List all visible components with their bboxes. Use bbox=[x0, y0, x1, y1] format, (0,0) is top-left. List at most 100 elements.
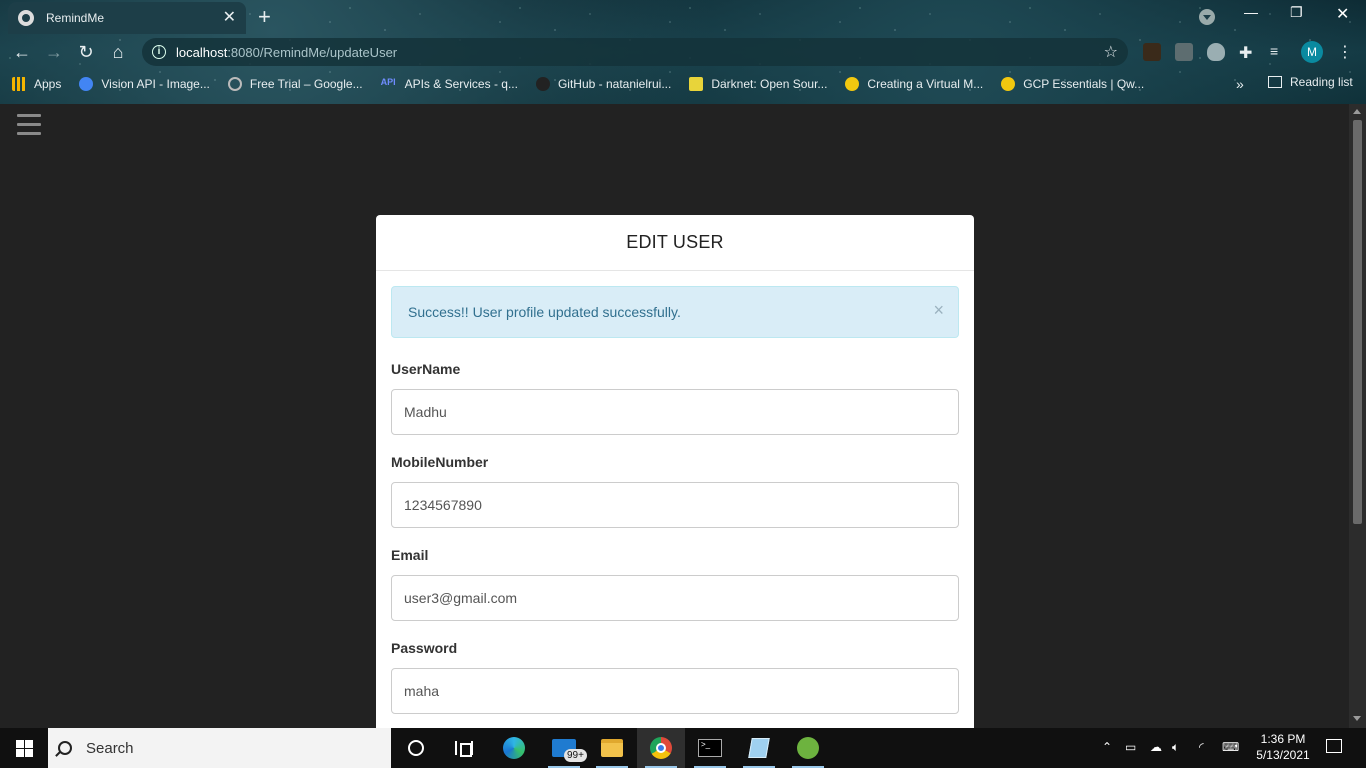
more-bookmarks-icon[interactable]: » bbox=[1236, 76, 1244, 92]
gear-icon bbox=[227, 77, 242, 91]
tab-bar: RemindMe ✕ + — ❐ ✕ bbox=[0, 0, 1366, 34]
cortana-icon bbox=[408, 740, 424, 756]
notifications-icon[interactable] bbox=[1326, 739, 1342, 753]
url-host: localhost bbox=[176, 44, 228, 60]
network-icon[interactable]: ◜ bbox=[1199, 740, 1204, 754]
clock-date: 5/13/2021 bbox=[1256, 748, 1310, 762]
info-icon[interactable]: i bbox=[152, 45, 166, 59]
home-icon[interactable]: ⌂ bbox=[106, 40, 130, 64]
battery-icon[interactable]: ▭ bbox=[1125, 740, 1136, 754]
reload-icon[interactable]: ↻ bbox=[74, 40, 98, 64]
reading-list-icon bbox=[1268, 76, 1282, 88]
taskbar-notepad[interactable] bbox=[735, 728, 783, 768]
github-icon bbox=[535, 77, 550, 91]
volume-icon[interactable]: 🔈︎ bbox=[1172, 740, 1179, 755]
profile-avatar[interactable]: M bbox=[1301, 41, 1323, 63]
success-alert: Success!! User profile updated successfu… bbox=[391, 286, 959, 338]
back-icon[interactable]: ← bbox=[10, 40, 34, 64]
password-input[interactable] bbox=[391, 668, 959, 714]
taskbar-edge[interactable] bbox=[490, 728, 538, 768]
api-icon: API bbox=[380, 77, 396, 87]
bookmark-free-trial[interactable]: Free Trial – Google... bbox=[227, 77, 363, 91]
reading-list-label: Reading list bbox=[1290, 75, 1353, 89]
bookmark-apps[interactable]: Apps bbox=[12, 77, 61, 91]
system-clock[interactable]: 1:36 PM 5/13/2021 bbox=[1255, 731, 1311, 763]
bookmark-gcp-essentials[interactable]: GCP Essentials | Qw... bbox=[1001, 77, 1144, 91]
card-header: EDIT USER bbox=[376, 215, 974, 271]
bookmark-darknet[interactable]: Darknet: Open Sour... bbox=[689, 77, 827, 91]
tab-search-icon[interactable] bbox=[1199, 9, 1215, 25]
address-bar[interactable]: i localhost :8080/RemindMe/updateUser ☆ bbox=[142, 38, 1128, 66]
mobile-number-input[interactable] bbox=[391, 482, 959, 528]
close-window-button[interactable]: ✕ bbox=[1336, 4, 1349, 24]
windows-taskbar: Search 99+ >_ ⌃ ▭ ☁ 🔈︎ ◜ ⌨ 1:36 PM 5/13/… bbox=[0, 728, 1366, 768]
windows-start-icon[interactable] bbox=[0, 728, 48, 768]
email-label: Email bbox=[391, 547, 429, 563]
page-scrollbar[interactable] bbox=[1349, 104, 1366, 728]
tab-remindme[interactable]: RemindMe ✕ bbox=[8, 2, 246, 34]
taskbar-file-explorer[interactable] bbox=[588, 728, 636, 768]
taskbar-mail[interactable]: 99+ bbox=[540, 728, 588, 768]
forward-icon[interactable]: → bbox=[42, 40, 66, 64]
page-content: EDIT USER Success!! User profile updated… bbox=[0, 104, 1349, 728]
mobile-number-label: MobileNumber bbox=[391, 454, 489, 470]
search-icon bbox=[58, 741, 72, 755]
extensions-puzzle-icon[interactable]: ✚ bbox=[1239, 43, 1257, 62]
email-input[interactable] bbox=[391, 575, 959, 621]
taskbar-terminal[interactable]: >_ bbox=[686, 728, 734, 768]
task-view-icon bbox=[455, 741, 473, 757]
username-input[interactable] bbox=[391, 389, 959, 435]
restore-button[interactable]: ❐ bbox=[1290, 4, 1303, 21]
keyboard-icon[interactable]: ⌨ bbox=[1222, 740, 1239, 754]
extension-chart-icon[interactable] bbox=[1175, 43, 1193, 61]
menu-kebab-icon[interactable]: ⋮ bbox=[1337, 42, 1353, 62]
bookmark-label: GCP Essentials | Qw... bbox=[1023, 77, 1145, 91]
media-control-icon[interactable]: ≡ bbox=[1270, 43, 1288, 61]
cloud-icon[interactable]: ☁ bbox=[1150, 740, 1162, 754]
bookmark-github[interactable]: GitHub - natanielrui... bbox=[535, 77, 672, 91]
bookmark-star-icon[interactable]: ☆ bbox=[1104, 42, 1118, 62]
minimize-button[interactable]: — bbox=[1244, 4, 1258, 20]
new-tab-button[interactable]: + bbox=[258, 6, 271, 28]
browser-chrome: RemindMe ✕ + — ❐ ✕ ← → ↻ ⌂ i localhost :… bbox=[0, 0, 1366, 104]
mail-badge: 99+ bbox=[564, 749, 587, 762]
tab-title: RemindMe bbox=[46, 11, 105, 25]
qwiklabs-icon bbox=[845, 77, 860, 91]
globe-icon bbox=[18, 10, 34, 26]
close-tab-icon[interactable]: ✕ bbox=[223, 10, 236, 26]
darknet-icon bbox=[689, 77, 704, 91]
task-view-button[interactable] bbox=[440, 728, 488, 768]
bookmark-label: GitHub - natanielrui... bbox=[557, 77, 672, 91]
reading-list-button[interactable]: Reading list bbox=[1268, 75, 1353, 89]
bookmark-apis-services[interactable]: API APIs & Services - q... bbox=[381, 77, 518, 91]
password-label: Password bbox=[391, 640, 458, 656]
url-path: :8080/RemindMe/updateUser bbox=[227, 44, 398, 60]
scroll-thumb[interactable] bbox=[1353, 120, 1362, 524]
scroll-down-arrow-icon[interactable] bbox=[1353, 716, 1361, 721]
extension-shield-icon[interactable] bbox=[1207, 43, 1225, 61]
extension-owl-icon[interactable] bbox=[1143, 43, 1161, 61]
taskbar-chrome[interactable] bbox=[637, 728, 685, 768]
chrome-icon bbox=[650, 737, 672, 759]
taskbar-search-box[interactable]: Search bbox=[48, 728, 391, 768]
cortana-button[interactable] bbox=[392, 728, 440, 768]
bookmark-vision-api[interactable]: Vision API - Image... bbox=[79, 77, 210, 91]
bookmark-label: Darknet: Open Sour... bbox=[711, 77, 828, 91]
apps-grid-icon bbox=[12, 77, 26, 91]
edge-icon bbox=[503, 737, 525, 759]
alert-message: Success!! User profile updated successfu… bbox=[408, 304, 681, 320]
close-alert-icon[interactable]: × bbox=[933, 301, 944, 319]
google-cloud-icon bbox=[79, 77, 94, 91]
scroll-up-arrow-icon[interactable] bbox=[1353, 109, 1361, 114]
bookmark-label: Free Trial – Google... bbox=[249, 77, 363, 91]
edit-user-card: EDIT USER Success!! User profile updated… bbox=[376, 215, 974, 728]
taskbar-search-placeholder: Search bbox=[86, 739, 134, 757]
bookmark-creating-vm[interactable]: Creating a Virtual M... bbox=[845, 77, 983, 91]
mail-icon: 99+ bbox=[552, 739, 587, 762]
taskbar-spring-tool[interactable] bbox=[784, 728, 832, 768]
hamburger-menu-icon[interactable] bbox=[17, 114, 41, 136]
bookmark-label: Creating a Virtual M... bbox=[867, 77, 984, 91]
bookmarks-bar: Apps Vision API - Image... Free Trial – … bbox=[0, 72, 1366, 96]
qwiklabs-icon bbox=[1001, 77, 1016, 91]
show-hidden-icons-icon[interactable]: ⌃ bbox=[1102, 740, 1112, 754]
